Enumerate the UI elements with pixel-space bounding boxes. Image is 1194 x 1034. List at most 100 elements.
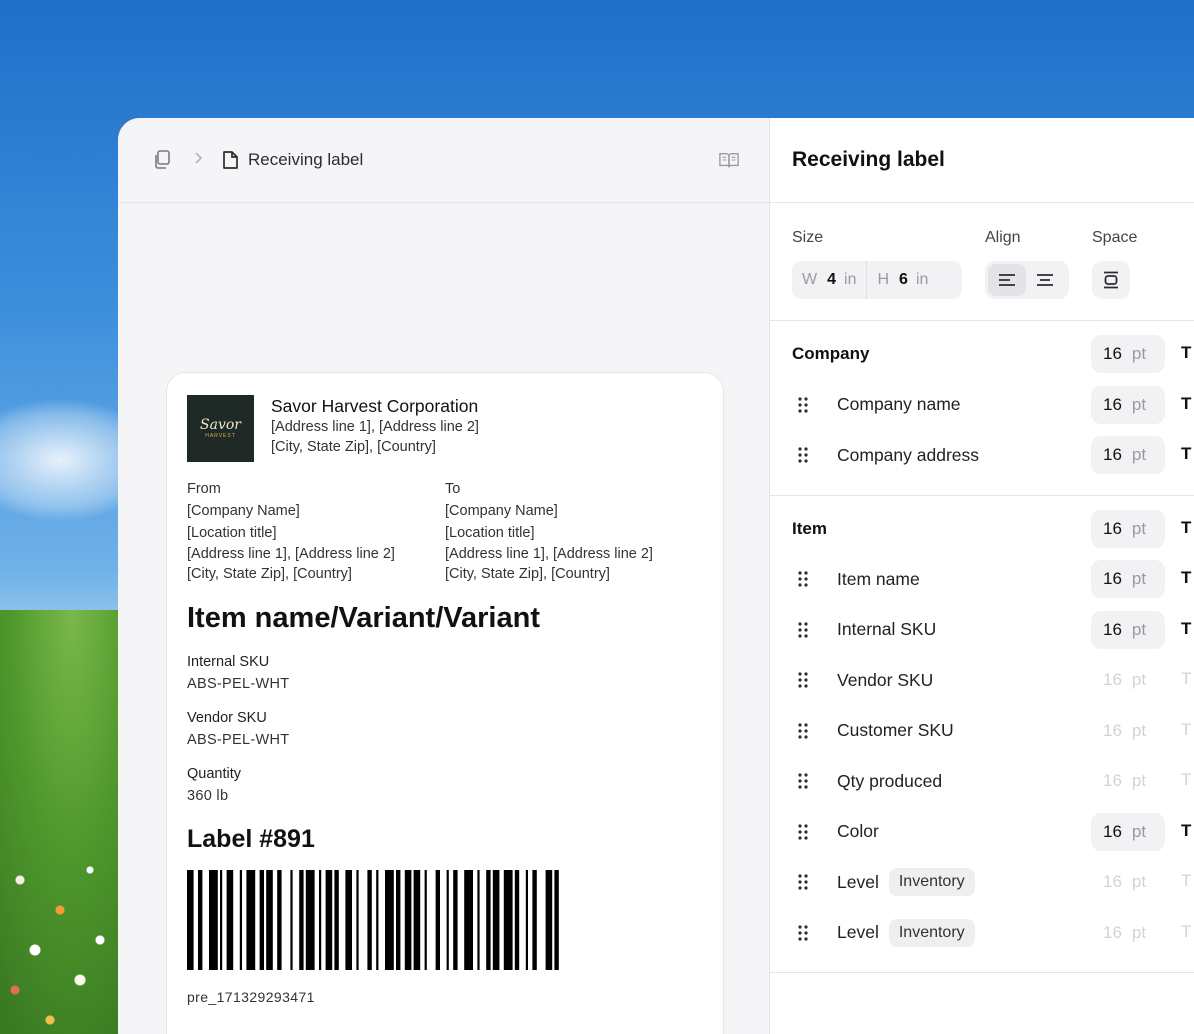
barcode-bar [464, 870, 473, 970]
barcode-bar [477, 870, 480, 970]
text-style-icon[interactable]: T [1181, 720, 1191, 740]
drag-handle-icon[interactable] [792, 571, 814, 587]
barcode-bar [554, 870, 559, 970]
book-icon[interactable] [719, 150, 739, 170]
drag-handle-icon[interactable] [792, 397, 814, 413]
barcode-bar [209, 870, 218, 970]
text-style-icon[interactable]: T [1181, 394, 1191, 414]
field-row[interactable]: Level Inventory 16 pt T [770, 857, 1194, 908]
align-center-button[interactable] [1026, 264, 1064, 296]
font-size-input[interactable]: 16 pt [1091, 762, 1165, 800]
to-addr1: [Address line 1], [Address line 2] [445, 546, 653, 562]
barcode-bar [404, 870, 412, 970]
field-row[interactable]: Internal SKU 16 pt T [770, 605, 1194, 656]
align-label: Align [985, 229, 1021, 246]
company-block: Savor HARVEST Savor Harvest Corporation … [187, 395, 703, 462]
barcode-bar [385, 870, 394, 970]
barcode-bar [299, 870, 304, 970]
barcode-bar [226, 870, 234, 970]
barcode-bar [187, 870, 194, 970]
field-label: Customer SKU [837, 720, 954, 741]
barcode-bar [532, 870, 537, 970]
text-style-icon[interactable]: T [1181, 568, 1191, 588]
field-label: Company name [837, 394, 961, 415]
drag-handle-icon[interactable] [792, 874, 814, 890]
font-size-input[interactable]: 16 pt [1091, 610, 1165, 649]
field-row[interactable]: Company name 16 pt T [770, 380, 1194, 431]
label-preview: Savor HARVEST Savor Harvest Corporation … [166, 372, 724, 1034]
font-size-input[interactable]: 16 pt [1091, 335, 1165, 373]
document-icon [220, 150, 240, 170]
drag-handle-icon[interactable] [792, 773, 814, 789]
layout-controls: Size Align Space W 4 in H 6 in [770, 203, 1194, 321]
font-size-input[interactable]: 16 pt [1091, 812, 1165, 851]
field-row[interactable]: Vendor SKU 16 pt T [770, 655, 1194, 706]
drag-handle-icon[interactable] [792, 925, 814, 941]
field-label: Qty produced [837, 770, 943, 791]
field-row[interactable]: Company address 16 pt T [770, 430, 1194, 481]
from-addr1: [Address line 1], [Address line 2] [187, 546, 395, 562]
drag-handle-icon[interactable] [792, 824, 814, 840]
app-window: Receiving label Savor HARVEST Savor Harv… [118, 118, 1194, 1034]
barcode-bar [492, 870, 500, 970]
field-row[interactable]: Qty produced 16 pt T [770, 756, 1194, 807]
text-style-icon[interactable]: T [1181, 669, 1191, 689]
text-style-icon[interactable]: T [1181, 871, 1191, 891]
barcode-bar [277, 870, 282, 970]
font-size-input[interactable]: 16 pt [1091, 712, 1165, 750]
field-row[interactable]: Customer SKU 16 pt T [770, 706, 1194, 757]
barcode-bar [290, 870, 293, 970]
font-size-input[interactable]: 16 pt [1091, 863, 1165, 901]
height-field[interactable]: H 6 in [866, 261, 938, 299]
barcode-bar [220, 870, 223, 970]
barcode-bar [305, 870, 315, 970]
barcode-bar [514, 870, 520, 970]
settings-panel: Receiving label Size Align Space W 4 in … [770, 118, 1194, 1034]
barcode-bar [319, 870, 322, 970]
from-to-block: From [Company Name] [Location title] [Ad… [187, 478, 703, 584]
font-size-input[interactable]: 16 pt [1091, 509, 1165, 548]
text-style-icon[interactable]: T [1181, 922, 1191, 942]
section-heading: Item [792, 518, 827, 538]
barcode-bar [334, 870, 339, 970]
spacing-button[interactable] [1092, 261, 1130, 299]
text-style-icon[interactable]: T [1181, 770, 1191, 790]
drag-handle-icon[interactable] [792, 723, 814, 739]
barcode-bar [453, 870, 458, 970]
font-size-input[interactable]: 16 pt [1091, 914, 1165, 952]
section-0: Company 16 pt T Company name 16 pt T Company add… [770, 321, 1194, 496]
vendor-sku-field: Vendor SKU ABS-PEL-WHT [187, 710, 290, 748]
text-style-icon[interactable]: T [1181, 518, 1191, 538]
field-row[interactable]: Color 16 pt T [770, 807, 1194, 858]
field-row[interactable]: Item name 16 pt T [770, 554, 1194, 605]
quantity-field: Quantity 360 lb [187, 766, 241, 804]
chevron-right-icon [194, 151, 203, 169]
field-label: Company address [837, 444, 980, 465]
drag-handle-icon[interactable] [792, 622, 814, 638]
drag-handle-icon[interactable] [792, 672, 814, 688]
to-location: [Location title] [445, 525, 535, 541]
drag-handle-icon[interactable] [792, 447, 814, 463]
text-style-icon[interactable]: T [1181, 619, 1191, 639]
font-size-input[interactable]: 16 pt [1091, 661, 1165, 699]
breadcrumb-title[interactable]: Receiving label [248, 150, 363, 170]
company-address-line1: [Address line 1], [Address line 2] [271, 419, 479, 435]
text-style-icon[interactable]: T [1181, 343, 1191, 363]
text-style-icon[interactable]: T [1181, 444, 1191, 464]
from-location: [Location title] [187, 525, 277, 541]
size-input: W 4 in H 6 in [792, 261, 962, 299]
copy-icon[interactable] [152, 150, 172, 170]
from-heading: From [187, 481, 221, 497]
font-size-input[interactable]: 16 pt [1091, 436, 1165, 474]
align-left-button[interactable] [988, 264, 1026, 296]
font-size-input[interactable]: 16 pt [1091, 385, 1165, 424]
barcode-bar [396, 870, 401, 970]
preview-pane: Receiving label Savor HARVEST Savor Harv… [118, 118, 770, 1034]
barcode-bar [486, 870, 491, 970]
barcode-bar [413, 870, 421, 970]
font-size-input[interactable]: 16 pt [1091, 560, 1165, 598]
field-row[interactable]: Level Inventory 16 pt T [770, 908, 1194, 959]
text-style-icon[interactable]: T [1181, 821, 1191, 841]
field-label: Item name [837, 568, 920, 589]
width-field[interactable]: W 4 in [792, 261, 866, 299]
